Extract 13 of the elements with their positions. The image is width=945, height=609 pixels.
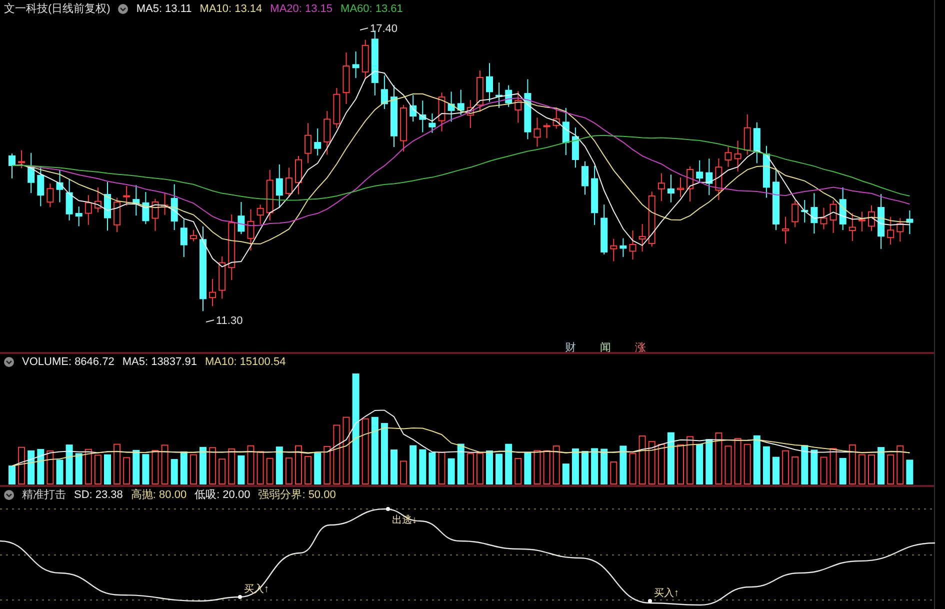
indicator-value: MA10: 15100.54 (204, 356, 286, 368)
indicator-value: 高抛: 80.00 (130, 490, 187, 500)
indicator-value: MA5: 13.11 (136, 4, 192, 14)
indicator-value: MA60: 13.61 (340, 4, 403, 14)
indicator-value: 精准打击 (22, 490, 66, 500)
stock-title: 文一科技(日线前复权) (4, 4, 110, 14)
indicator-value: VOLUME: 8646.72 (22, 356, 114, 368)
indicator-value: SD: 23.38 (74, 490, 123, 500)
indicator-value: 强弱分界: 50.00 (258, 490, 336, 500)
indicator-value: MA20: 13.15 (270, 4, 333, 14)
indicator-value: MA5: 13837.91 (122, 356, 197, 368)
indicator-value: MA10: 13.14 (200, 4, 262, 14)
indicator-value: 低吸: 20.00 (194, 490, 250, 500)
